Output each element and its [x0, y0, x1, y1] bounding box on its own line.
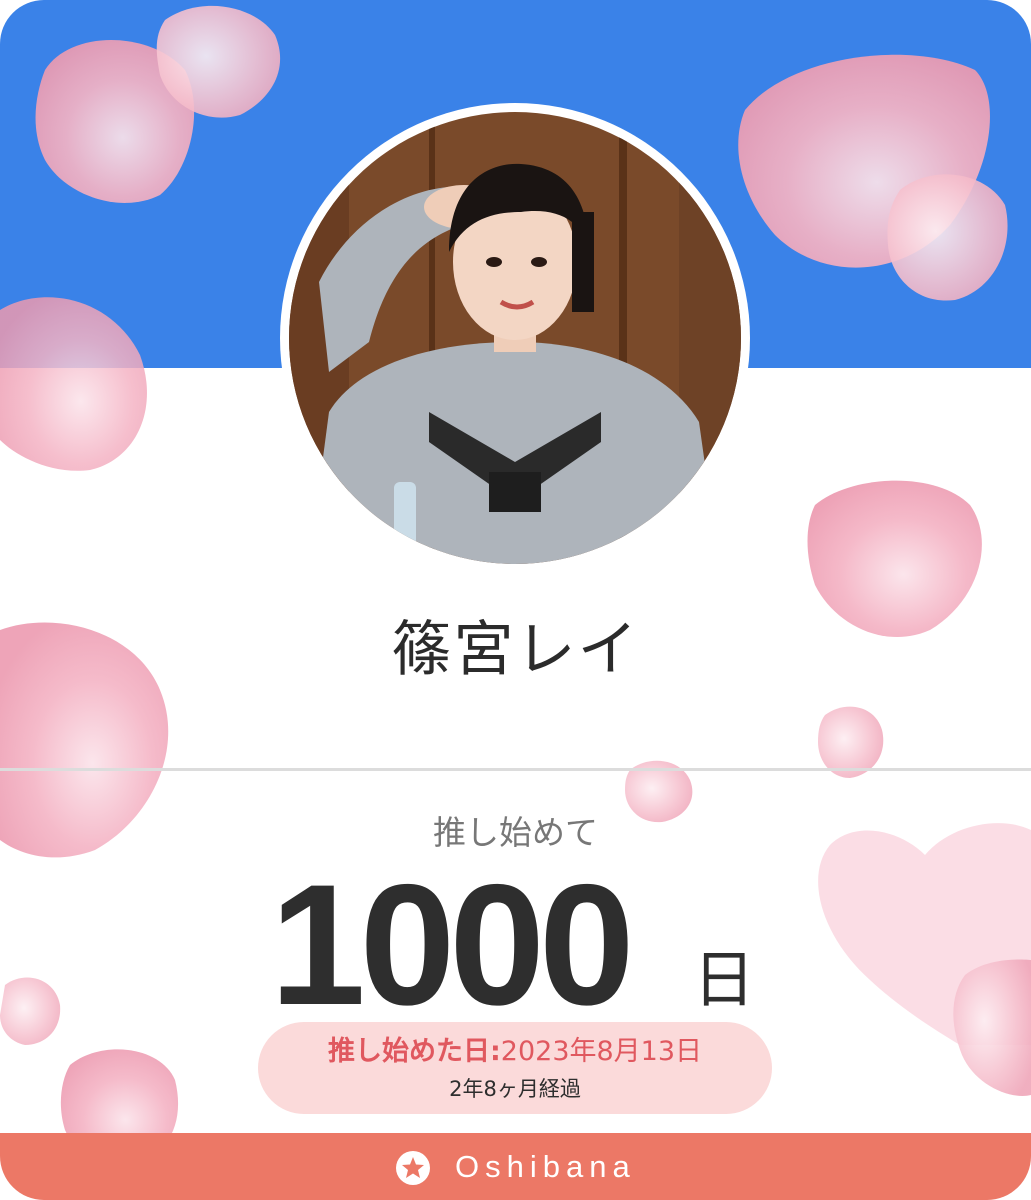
- days-unit: 日: [693, 943, 756, 1016]
- elapsed-text: 2年8ヶ月経過: [449, 1077, 581, 1101]
- start-date-value: 2023年8月13日: [500, 1036, 703, 1067]
- start-date-row: 推し始めた日:2023年8月13日: [258, 1032, 772, 1072]
- oshibana-card: 篠宮レイ 推し始めて 1000 日 推し始めた日:2023年8月13日 2年8ヶ…: [0, 0, 1031, 1200]
- days-counter: 1000 日: [0, 858, 1031, 1033]
- avatar-photo: [289, 112, 741, 564]
- star-icon: [396, 1151, 430, 1185]
- days-count: 1000: [270, 849, 635, 1041]
- profile-name: 篠宮レイ: [391, 615, 640, 685]
- brand-name: Oshibana: [455, 1149, 636, 1184]
- start-date-pill: 推し始めた日:2023年8月13日 2年8ヶ月経過: [258, 1022, 772, 1114]
- divider: [0, 768, 1031, 771]
- avatar[interactable]: [289, 112, 741, 564]
- start-date-label: 推し始めた日:: [327, 1036, 501, 1067]
- footer-bar: Oshibana: [0, 1133, 1031, 1200]
